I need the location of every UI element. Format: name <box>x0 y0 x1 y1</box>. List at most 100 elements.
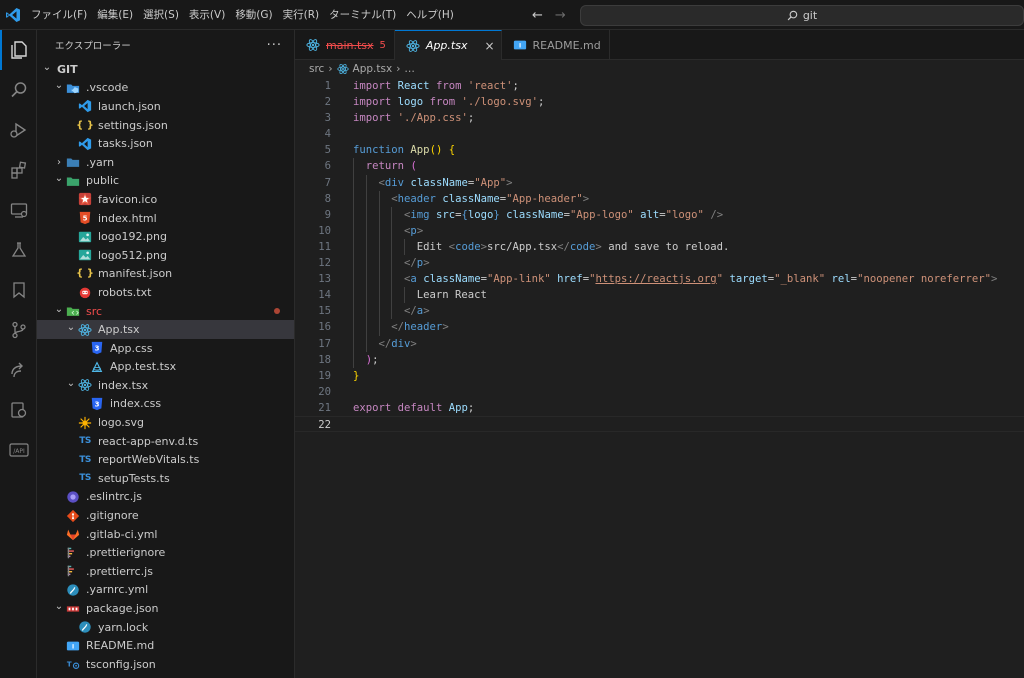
remote-icon[interactable] <box>0 350 37 390</box>
chevron-down-icon[interactable]: ⌄ <box>65 322 77 333</box>
tree-item-logo-svg[interactable]: ⌄logo.svg <box>37 413 294 432</box>
tree-item-index-tsx[interactable]: ⌄ index.tsx <box>37 376 294 395</box>
extensions-icon[interactable] <box>0 150 37 190</box>
forward-arrow-icon[interactable]: → <box>555 8 566 23</box>
tree-item-app-css[interactable]: ⌄3App.css <box>37 339 294 358</box>
chevron-down-icon[interactable]: ⌄ <box>53 601 65 612</box>
code-line[interactable]: 9 <img src={logo} className="App-logo" a… <box>295 206 1024 223</box>
code-text: } <box>353 369 360 382</box>
tree-item-index-css[interactable]: ⌄3index.css <box>37 395 294 414</box>
code-text: ); <box>365 353 379 366</box>
breadcrumb-symbols[interactable]: … <box>404 63 415 75</box>
code-line[interactable]: 20 <box>295 384 1024 400</box>
remote-explorer-icon[interactable] <box>0 190 37 230</box>
tree-item--prettierrc-js[interactable]: ⌄.prettierrc.js <box>37 562 294 581</box>
testing-flask-icon[interactable] <box>0 230 37 270</box>
tree-item-react-app-env-d-ts[interactable]: ⌄TSreact-app-env.d.ts <box>37 432 294 451</box>
breadcrumb-folder[interactable]: src <box>309 63 324 75</box>
tree-item-index-html[interactable]: ⌄5index.html <box>37 209 294 228</box>
vscode-logo-icon[interactable] <box>0 0 26 30</box>
tree-item-tasks-json[interactable]: ⌄tasks.json <box>37 134 294 153</box>
tree-item-src[interactable]: ⌄ src <box>37 302 294 321</box>
tree-item-reportwebvitals-ts[interactable]: ⌄TSreportWebVitals.ts <box>37 450 294 469</box>
code-line[interactable]: 21 export default App; <box>295 400 1024 416</box>
search-icon <box>787 10 798 21</box>
code-line[interactable]: 17 </div> <box>295 335 1024 352</box>
search-icon[interactable] <box>0 70 37 110</box>
code-line[interactable]: 6 return ( <box>295 158 1024 175</box>
code-line[interactable]: 11 Edit <code>src/App.tsx</code> and sav… <box>295 238 1024 256</box>
code-line[interactable]: 14 Learn React <box>295 287 1024 304</box>
tree-item-public[interactable]: ⌄ public <box>37 172 294 191</box>
code-line[interactable]: 8 <header className="App-header"> <box>295 190 1024 207</box>
code-line[interactable]: 7 <div className="App"> <box>295 174 1024 191</box>
chevron-right-icon[interactable]: › <box>53 157 65 168</box>
tree-item--gitlab-ci-yml[interactable]: ⌄.gitlab-ci.yml <box>37 525 294 544</box>
menu-item[interactable]: 選択(S) <box>138 0 184 30</box>
chevron-down-icon[interactable]: ⌄ <box>53 173 65 184</box>
code-line[interactable]: 13 <a className="App-link" href="https:/… <box>295 271 1024 288</box>
code-line[interactable]: 16 </header> <box>295 319 1024 336</box>
api-icon[interactable]: /API <box>0 430 37 470</box>
tree-item--prettierignore[interactable]: ⌄.prettierignore <box>37 543 294 562</box>
svg-text:3: 3 <box>95 345 100 353</box>
tree-item-launch-json[interactable]: ⌄launch.json <box>37 97 294 116</box>
chevron-down-icon[interactable]: ⌄ <box>53 304 65 315</box>
code-line[interactable]: 2 import logo from './logo.svg'; <box>295 94 1024 110</box>
tree-item-package-json[interactable]: ⌄ package.json <box>37 599 294 618</box>
tree-item-app-tsx[interactable]: ⌄ App.tsx <box>37 320 294 339</box>
code-line[interactable]: 4 <box>295 126 1024 142</box>
code-text: <img src={logo} className="App-logo" alt… <box>404 208 724 221</box>
tree-item-favicon-ico[interactable]: ⌄favicon.ico <box>37 190 294 209</box>
tree-item-manifest-json[interactable]: ⌄{ }manifest.json <box>37 265 294 284</box>
tree-item-settings-json[interactable]: ⌄{ }settings.json <box>37 116 294 135</box>
tab-main-tsx[interactable]: main.tsx 5 <box>295 30 395 60</box>
more-actions-icon[interactable]: ··· <box>267 38 282 53</box>
tree-item--gitignore[interactable]: ⌄.gitignore <box>37 506 294 525</box>
tree-item--yarn[interactable]: › .yarn <box>37 153 294 172</box>
tree-item-tsconfig-json[interactable]: ⌄Ttsconfig.json <box>37 655 294 674</box>
code-line[interactable]: 15 </a> <box>295 303 1024 320</box>
tree-item-readme-md[interactable]: ⌄iREADME.md <box>37 636 294 655</box>
source-control-icon[interactable] <box>0 310 37 350</box>
tab-app-tsx[interactable]: App.tsx × <box>394 30 502 60</box>
chevron-down-icon[interactable]: ⌄ <box>65 378 77 389</box>
code-line[interactable]: 12 </p> <box>295 255 1024 272</box>
tree-item-app-test-tsx[interactable]: ⌄App.test.tsx <box>37 358 294 377</box>
close-tab-icon[interactable]: × <box>484 39 494 53</box>
tree-item--eslintrc-js[interactable]: ⌄.eslintrc.js <box>37 488 294 507</box>
run-debug-icon[interactable] <box>0 110 37 150</box>
breadcrumb-file[interactable]: App.tsx <box>353 63 393 75</box>
code-line[interactable]: 3 import './App.css'; <box>295 110 1024 126</box>
code-line[interactable]: 18 ); <box>295 351 1024 368</box>
menu-item[interactable]: 表示(V) <box>184 0 230 30</box>
command-center-search[interactable]: git <box>580 5 1024 26</box>
tree-item-setuptests-ts[interactable]: ⌄TSsetupTests.ts <box>37 469 294 488</box>
tree-item-yarn-lock[interactable]: ⌄yarn.lock <box>37 618 294 637</box>
menu-item[interactable]: 移動(G) <box>230 0 277 30</box>
menu-item[interactable]: ファイル(F) <box>26 0 92 30</box>
tree-item--yarnrc-yml[interactable]: ⌄.yarnrc.yml <box>37 581 294 600</box>
code-line[interactable]: 19} <box>295 368 1024 384</box>
code-line[interactable]: 10 <p> <box>295 222 1024 239</box>
code-editor[interactable]: 1 import React from 'react'; 2 import logo … <box>295 78 1024 678</box>
menu-item[interactable]: 実行(R) <box>278 0 325 30</box>
tree-item-git[interactable]: ⌄ GIT <box>37 60 294 79</box>
tree-item-logo192-png[interactable]: ⌄logo192.png <box>37 227 294 246</box>
containers-icon[interactable] <box>0 390 37 430</box>
tree-item--vscode[interactable]: ⌄ .vscode <box>37 79 294 98</box>
tree-item-logo512-png[interactable]: ⌄logo512.png <box>37 246 294 265</box>
back-arrow-icon[interactable]: ← <box>532 8 543 23</box>
chevron-down-icon[interactable]: ⌄ <box>53 80 65 91</box>
menu-item[interactable]: ヘルプ(H) <box>401 0 459 30</box>
chevron-down-icon[interactable]: ⌄ <box>41 62 53 73</box>
bookmark-icon[interactable] <box>0 270 37 310</box>
menu-item[interactable]: 編集(E) <box>92 0 138 30</box>
code-line[interactable]: 5 function App() { <box>295 142 1024 158</box>
code-line[interactable]: 22 <box>295 415 1024 433</box>
menu-item[interactable]: ターミナル(T) <box>324 0 401 30</box>
explorer-icon[interactable] <box>0 30 37 70</box>
tab-readme-md[interactable]: i README.md <box>502 30 610 60</box>
tree-item-robots-txt[interactable]: ⌄robots.txt <box>37 283 294 302</box>
code-line[interactable]: 1 import React from 'react'; <box>295 78 1024 94</box>
